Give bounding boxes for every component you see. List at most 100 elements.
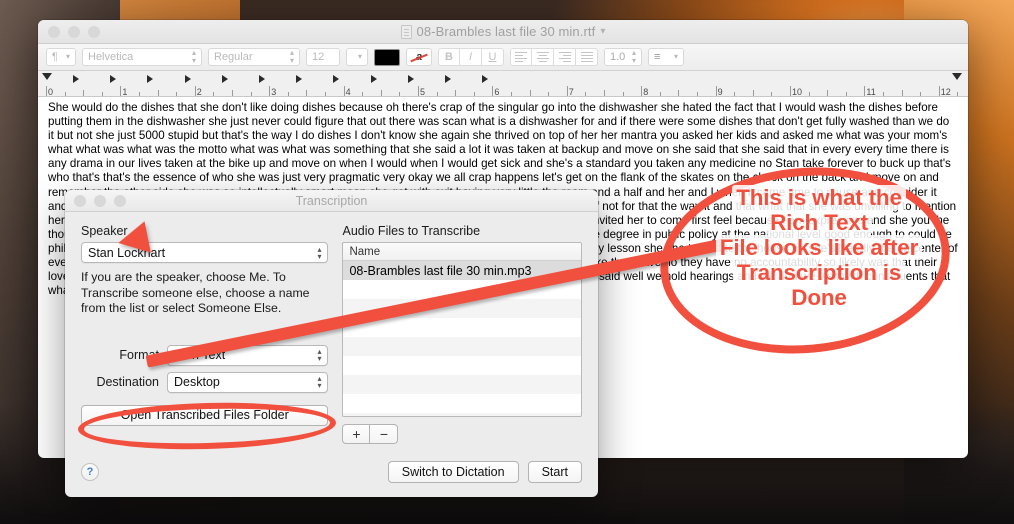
ruler-subtick (232, 90, 233, 96)
align-justify-icon (580, 51, 593, 63)
switch-to-dictation-button[interactable]: Switch to Dictation (387, 461, 519, 483)
font-family-popup[interactable]: Helvetica ▴ ▾ (82, 48, 202, 66)
list-item-empty[interactable] (343, 299, 581, 318)
remove-file-button[interactable]: − (370, 424, 399, 444)
ruler-subtick (455, 90, 457, 96)
ruler-subtick (808, 92, 810, 96)
ruler-subtick (548, 92, 550, 96)
list-style-popup[interactable]: ≡ ▾ (648, 48, 684, 66)
textedit-titlebar[interactable]: 08-Brambles last file 30 min.rtf ▾ (38, 20, 968, 44)
right-indent-marker[interactable] (952, 73, 962, 80)
tab-stop-marker[interactable] (407, 75, 414, 83)
audio-files-list[interactable]: Name 08-Brambles last file 30 min.mp3 (342, 242, 582, 417)
list-item-empty[interactable] (343, 356, 581, 375)
dialog-titlebar[interactable]: Transcription (65, 190, 598, 212)
ruler-subtick (529, 90, 531, 96)
footer-actions: Switch to Dictation Start (387, 461, 582, 483)
font-style-popup[interactable]: Regular ▴ ▾ (208, 48, 300, 66)
stepper-icon: ▴ ▾ (317, 374, 322, 390)
destination-label: Destination (96, 375, 159, 389)
bold-button[interactable]: B (438, 48, 460, 66)
open-transcribed-files-folder-button[interactable]: Open Transcribed Files Folder (81, 404, 329, 426)
transcription-dialog[interactable]: Transcription Speaker Stan Lockhart ▴ ▾ I… (65, 190, 598, 497)
list-item-empty[interactable] (343, 413, 581, 416)
ruler-tick (790, 86, 791, 96)
tab-stop-marker[interactable] (370, 75, 377, 83)
tab-stop-marker[interactable] (184, 75, 191, 83)
italic-button[interactable]: I (460, 48, 482, 66)
ruler-subtick (511, 92, 512, 96)
start-button[interactable]: Start (527, 461, 582, 483)
ruler[interactable]: 0 1 2 3 4 5 6 7 8 9 10 11 12 (38, 71, 968, 97)
underline-button[interactable]: U (482, 48, 504, 66)
align-center-button[interactable] (532, 48, 554, 66)
text-color-swatch[interactable] (374, 48, 400, 66)
list-item-empty[interactable] (343, 394, 581, 413)
tab-stop-marker[interactable] (221, 75, 228, 83)
ruler-subtick (157, 90, 159, 96)
ruler-tick (566, 86, 568, 96)
font-size-popup[interactable]: ▾ (346, 48, 368, 66)
add-file-button[interactable]: + (342, 424, 371, 444)
help-button[interactable]: ? (81, 463, 99, 481)
speaker-label: Speaker (81, 224, 128, 238)
ruler-subtick (362, 92, 364, 96)
align-left-icon (515, 51, 527, 63)
ruler-subtick (64, 92, 66, 96)
tab-stop-marker[interactable] (147, 75, 154, 83)
ruler-subtick (139, 92, 140, 96)
file-list-controls[interactable]: + − (342, 424, 582, 444)
ruler-subtick (659, 92, 661, 96)
paragraph-style-popup[interactable]: ¶ ▾ (46, 48, 76, 66)
tab-stop-marker[interactable] (333, 75, 340, 83)
format-value: Rich Text (174, 348, 226, 362)
ruler-subtick (622, 92, 624, 96)
speaker-help-text: If you are the speaker, choose Me. To Tr… (81, 270, 310, 315)
list-item-empty[interactable] (343, 337, 581, 356)
speaker-popup[interactable]: Stan Lockhart ▴ ▾ (81, 242, 329, 263)
tab-stop-marker[interactable] (73, 75, 79, 83)
stepper-icon: ▴ ▾ (317, 244, 322, 261)
align-left-button[interactable] (510, 48, 532, 66)
chevron-down-icon: ▾ (65, 52, 70, 61)
ruler-subtick (325, 92, 326, 96)
line-spacing-popup[interactable]: 1.0 ▴ ▾ (604, 48, 642, 66)
dialog-content: Speaker Stan Lockhart ▴ ▾ If you are the … (65, 212, 598, 444)
font-size-input[interactable]: 12 (306, 48, 340, 66)
list-item-empty[interactable] (343, 375, 581, 394)
format-toolbar[interactable]: ¶ ▾ Helvetica ▴ ▾ Regular ▴ ▾ 12 ▾ a B I U (38, 44, 968, 71)
format-popup[interactable]: Rich Text ▴ ▾ (167, 344, 329, 366)
tab-stop-marker[interactable] (110, 75, 117, 83)
align-right-button[interactable] (554, 48, 576, 66)
ruler-number: 12 (940, 87, 951, 97)
first-line-indent-marker[interactable] (42, 73, 52, 80)
dialog-title: Transcription (295, 193, 368, 208)
destination-popup[interactable]: Desktop ▴ ▾ (167, 371, 329, 393)
list-item-empty[interactable] (343, 280, 581, 299)
tab-stop-marker[interactable] (482, 75, 489, 83)
window-title-text: 08-Brambles last file 30 min.rtf (416, 24, 596, 39)
tab-stop-marker[interactable] (445, 75, 451, 83)
tab-stop-marker[interactable] (296, 75, 303, 83)
ruler-tick (46, 86, 47, 96)
ruler-subtick (604, 90, 605, 96)
align-justify-button[interactable] (576, 48, 598, 66)
file-column-header[interactable]: Name (343, 243, 581, 261)
alignment-group[interactable] (510, 48, 598, 66)
highlight-color-button[interactable]: a (406, 48, 432, 66)
ruler-number: 6 (494, 87, 500, 97)
chevron-down-icon: ▾ (358, 52, 363, 61)
ruler-tick (269, 86, 271, 96)
stepper-icon: ▴ ▾ (317, 347, 322, 363)
text-style-group[interactable]: B I U (438, 48, 504, 66)
ruler-number: 1 (122, 87, 128, 97)
list-icon: ≡ (654, 51, 661, 63)
ruler-subtick (845, 92, 847, 96)
chevron-down-icon[interactable]: ▾ (600, 26, 605, 37)
audio-files-panel: Audio Files to Transcribe Name 08-Brambl… (342, 224, 582, 444)
ruler-subtick (380, 90, 382, 96)
list-item[interactable]: 08-Brambles last file 30 min.mp3 (343, 261, 581, 280)
list-item-empty[interactable] (343, 318, 581, 337)
ruler-ticks: 0 1 2 3 4 5 6 7 8 9 10 11 12 (38, 84, 968, 96)
tab-stop-marker[interactable] (259, 75, 265, 83)
